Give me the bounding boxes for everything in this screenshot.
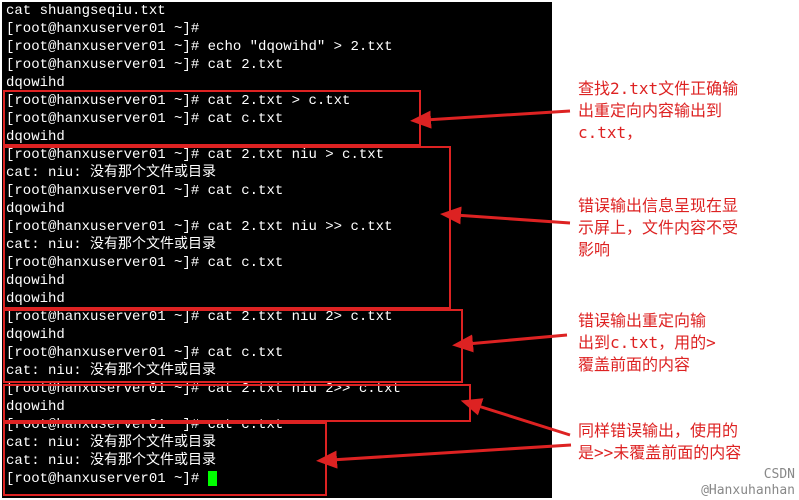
watermark-csdn: CSDN [764, 467, 795, 482]
output: cat: niu: 没有那个文件或目录 [6, 435, 216, 451]
output: dqowihd [6, 399, 65, 415]
prompt: [root@hanxuserver01 ~]# [6, 345, 199, 361]
command: cat c.txt [199, 255, 283, 271]
prompt: [root@hanxuserver01 ~]# [6, 183, 199, 199]
prompt: [root@hanxuserver01 ~]# [6, 39, 199, 55]
term-line: [root@hanxuserver01 ~]# cat 2.txt niu 2>… [6, 380, 548, 398]
annotation-text: 出到c.txt，用的> [578, 332, 716, 354]
term-line: [root@hanxuserver01 ~]# [6, 20, 548, 38]
output: dqowihd [6, 327, 65, 343]
term-line: [root@hanxuserver01 ~]# cat 2.txt niu 2>… [6, 308, 548, 326]
arrow-icon [450, 210, 575, 230]
command: echo "dqowihd" > 2.txt [199, 39, 392, 55]
term-line: dqowihd [6, 398, 548, 416]
prompt: [root@hanxuserver01 ~]# [6, 147, 199, 163]
prompt: [root@hanxuserver01 ~]# [6, 93, 199, 109]
term-line: [root@hanxuserver01 ~]# echo "dqowihd" >… [6, 38, 548, 56]
output: cat: niu: 没有那个文件或目录 [6, 237, 216, 253]
command: cat c.txt [199, 111, 283, 127]
annotation-text: c.txt， [578, 122, 738, 144]
command: cat c.txt [199, 183, 283, 199]
term-line: cat: niu: 没有那个文件或目录 [6, 362, 548, 380]
cursor [208, 471, 217, 486]
command: cat c.txt [199, 345, 283, 361]
term-text: cat shuangseqiu.txt [6, 3, 166, 19]
prompt: [root@hanxuserver01 ~]# [6, 219, 199, 235]
term-line: dqowihd [6, 74, 548, 92]
term-line: [root@hanxuserver01 ~]# cat 2.txt [6, 56, 548, 74]
output: cat: niu: 没有那个文件或目录 [6, 453, 216, 469]
screenshot-wrap: cat shuangseqiu.txt [root@hanxuserver01 … [0, 0, 799, 500]
annotation-text: 影响 [578, 239, 738, 261]
term-line: [root@hanxuserver01 ~]# cat c.txt [6, 416, 548, 434]
annotation-text: 错误输出重定向输 [578, 310, 716, 332]
output: dqowihd [6, 291, 65, 307]
term-line: dqowihd [6, 272, 548, 290]
arrow-icon [420, 108, 575, 128]
annotation-3: 错误输出重定向输 出到c.txt，用的> 覆盖前面的内容 [578, 310, 716, 376]
annotation-text: 出重定向内容输出到 [578, 100, 738, 122]
term-line: cat: niu: 没有那个文件或目录 [6, 164, 548, 182]
arrow-icon [470, 400, 575, 440]
prompt: [root@hanxuserver01 ~]# [6, 309, 199, 325]
term-line: cat shuangseqiu.txt [6, 2, 548, 20]
prompt: [root@hanxuserver01 ~]# [6, 21, 199, 37]
output: dqowihd [6, 201, 65, 217]
annotation-text: 查找2.txt文件正确输 [578, 78, 738, 100]
annotation-4: 同样错误输出，使用的 是>>未覆盖前面的内容 [578, 420, 741, 464]
command: cat 2.txt [199, 57, 283, 73]
term-line: [root@hanxuserver01 ~]# cat c.txt [6, 182, 548, 200]
command: cat 2.txt niu >> c.txt [199, 219, 392, 235]
annotation-text: 示屏上，文件内容不受 [578, 217, 738, 239]
prompt: [root@hanxuserver01 ~]# [6, 471, 199, 487]
command: cat c.txt [199, 417, 283, 433]
annotation-2: 错误输出信息呈现在显 示屏上，文件内容不受 影响 [578, 195, 738, 261]
output: dqowihd [6, 129, 65, 145]
output: dqowihd [6, 75, 65, 91]
annotation-text: 是>>未覆盖前面的内容 [578, 442, 741, 464]
term-line: dqowihd [6, 290, 548, 308]
term-line: [root@hanxuserver01 ~]# cat c.txt [6, 254, 548, 272]
output: dqowihd [6, 273, 65, 289]
arrow-icon [326, 440, 576, 465]
annotation-text: 错误输出信息呈现在显 [578, 195, 738, 217]
term-line: cat: niu: 没有那个文件或目录 [6, 236, 548, 254]
command: cat 2.txt niu 2>> c.txt [199, 381, 401, 397]
arrow-icon [462, 332, 572, 352]
term-line: [root@hanxuserver01 ~]# cat 2.txt niu > … [6, 146, 548, 164]
prompt: [root@hanxuserver01 ~]# [6, 255, 199, 271]
watermark-author: @Hanxuhanhan [701, 483, 795, 498]
command: cat 2.txt > c.txt [199, 93, 350, 109]
prompt: [root@hanxuserver01 ~]# [6, 417, 199, 433]
prompt: [root@hanxuserver01 ~]# [6, 57, 199, 73]
term-line: [root@hanxuserver01 ~]# [6, 470, 548, 488]
output: cat: niu: 没有那个文件或目录 [6, 363, 216, 379]
annotation-text: 覆盖前面的内容 [578, 354, 716, 376]
prompt: [root@hanxuserver01 ~]# [6, 381, 199, 397]
command: cat 2.txt niu 2> c.txt [199, 309, 392, 325]
annotation-1: 查找2.txt文件正确输 出重定向内容输出到 c.txt， [578, 78, 738, 144]
prompt: [root@hanxuserver01 ~]# [6, 111, 199, 127]
annotation-text: 同样错误输出，使用的 [578, 420, 741, 442]
command: cat 2.txt niu > c.txt [199, 147, 384, 163]
term-line: dqowihd [6, 128, 548, 146]
output: cat: niu: 没有那个文件或目录 [6, 165, 216, 181]
